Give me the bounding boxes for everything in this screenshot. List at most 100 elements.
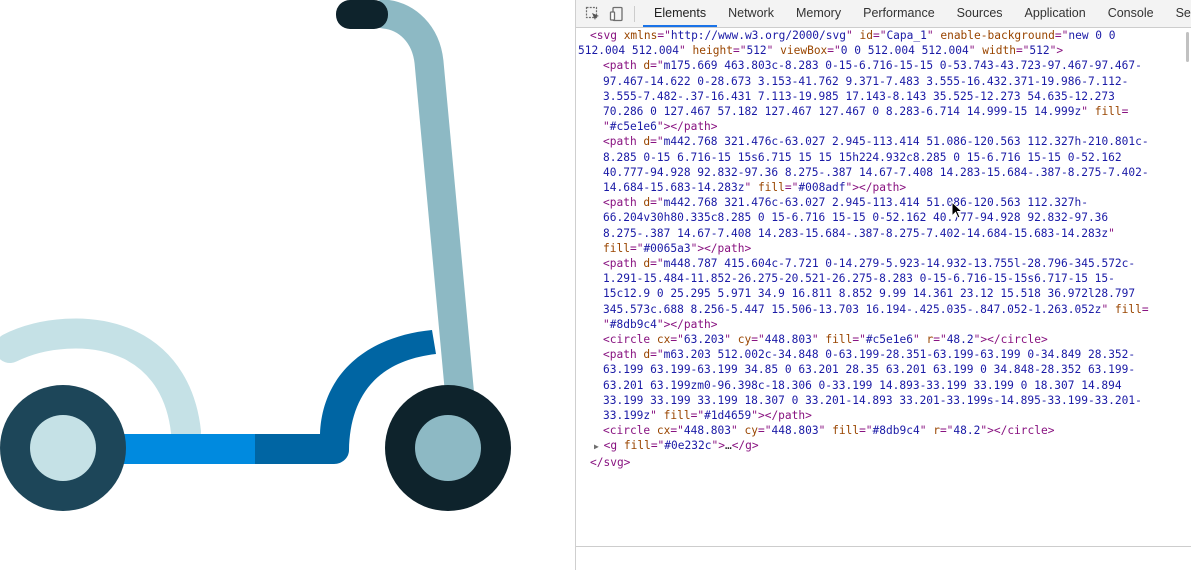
code-token: fill [1094,105,1122,119]
dom-tree-line[interactable]: 512.004 512.004" height="512" viewBox="0… [576,43,1176,58]
code-token: "></path> [656,317,718,331]
dom-tree-line[interactable]: 40.777-94.928 92.832-97.36 8.275-.387 14… [576,165,1176,180]
dom-tree-line[interactable]: <circle cx="63.203" cy="448.803" fill="#… [576,332,1176,347]
code-token: new 0 0 [1068,29,1116,42]
code-token: 512.004 512.004 [578,44,680,58]
code-token: m448.787 415.604c-7.721 0-14.279-5.923-1… [663,257,1136,271]
code-token: 3.555-7.482-.37-16.431 7.113-19.985 17.1… [603,89,1115,103]
dom-tree-line[interactable]: <path d="m442.768 321.476c-63.027 2.945-… [576,195,1176,210]
code-token: =" [751,333,765,347]
code-token: "></circle> [973,333,1048,347]
dom-tree-line[interactable]: <path d="m175.669 463.803c-8.283 0-15-6.… [576,58,1176,73]
code-token: m442.768 321.476c-63.027 2.945-113.414 5… [663,196,1088,210]
code-token: "></path> [656,120,718,134]
dom-tree-line[interactable]: 15c12.9 0 25.295 5.971 34.9 16.811 8.852… [576,286,1176,301]
code-token: m442.768 321.476c-63.027 2.945-113.414 5… [663,135,1149,149]
code-token: cx [656,333,671,347]
code-token: 15c12.9 0 25.295 5.971 34.9 16.811 8.852… [603,287,1136,301]
dom-tree-line[interactable]: 8.275-.387 14.67-7.408 14.283-15.684-.38… [576,226,1176,241]
code-token: =" [670,333,684,347]
tab-elements[interactable]: Elements [643,0,718,27]
dom-tree-line[interactable]: 70.286 0 127.467 57.182 127.467 127.467 … [576,104,1176,119]
dom-tree-line[interactable]: <circle cx="448.803" cy="448.803" fill="… [576,423,1176,438]
code-token: =" [732,44,747,58]
code-token: 63.201 63.199zm0-96.398c-18.306 0-33.199… [603,378,1122,392]
dom-tree-line[interactable]: <path d="m63.203 512.002c-34.848 0-63.19… [576,347,1176,362]
code-token: =" [1054,29,1069,42]
code-token: </g> [731,439,759,453]
elements-dom-tree[interactable]: <svg xmlns="http://www.w3.org/2000/svg" … [576,28,1176,546]
dom-tree-line[interactable]: 345.573c.688 8.256-5.447 15.506-13.703 1… [576,302,1176,317]
tab-memory[interactable]: Memory [785,0,852,27]
dom-tree-line[interactable]: <path d="m448.787 415.604c-7.721 0-14.27… [576,256,1176,271]
toolbar-separator [634,5,635,22]
code-token: height [692,44,733,58]
device-toolbar-icon[interactable] [606,3,628,25]
dom-tree-line[interactable]: 1.291-15.484-11.852-26.275-20.521-26.275… [576,271,1176,286]
code-token: 1.291-15.484-11.852-26.275-20.521-26.275… [603,272,1115,286]
tab-performance[interactable]: Performance [852,0,946,27]
code-token: =" [670,424,684,438]
code-token: 8.285 0-15 6.716-15 15s6.715 15 15 15h22… [603,150,1122,164]
tab-sources[interactable]: Sources [946,0,1014,27]
dom-tree-line[interactable]: "#8db9c4"></path> [576,317,1176,332]
code-token: r [933,424,940,438]
code-token: 0 0 512.004 512.004 [840,44,969,58]
dom-tree-line[interactable]: <path d="m442.768 321.476c-63.027 2.945-… [576,134,1176,149]
tab-console[interactable]: Console [1097,0,1165,27]
code-token: " [845,29,860,42]
expand-arrow-icon[interactable]: ▶ [594,442,604,451]
code-token: "></circle> [980,424,1055,438]
code-token: #c5e1e6 [609,120,657,134]
code-token: " [603,120,610,134]
dom-tree-scrollbar[interactable] [1184,28,1191,546]
handlebar [336,0,388,29]
tab-application[interactable]: Application [1014,0,1097,27]
dom-tree-line[interactable]: fill="#0065a3"></path> [576,241,1176,256]
code-token: " [926,29,941,42]
code-token: = [1141,302,1149,316]
code-token: #8db9c4 [609,317,657,331]
code-token: " [724,333,738,347]
code-token: fill [832,424,860,438]
code-token: =" [852,333,866,347]
code-token: =" [650,257,664,271]
dom-tree-line[interactable]: 97.467-14.622 0-28.673 3.153-41.762 9.37… [576,74,1176,89]
code-token: " [766,44,781,58]
code-token: =" [872,29,887,42]
code-token: =" [657,29,671,42]
code-token: <circle [603,424,657,438]
code-token: </svg> [590,455,631,469]
code-token: 33.199 33.199 33.199 18.307 0 33.201-14.… [603,393,1142,407]
dom-tree-line[interactable]: 33.199z" fill="#1d4659"></path> [576,408,1176,423]
tab-security[interactable]: Se [1165,0,1191,27]
dom-tree-line[interactable]: </svg> [576,455,1176,470]
dom-tree-line[interactable]: 3.555-7.482-.37-16.431 7.113-19.985 17.1… [576,89,1176,104]
code-token: #c5e1e6 [865,333,913,347]
code-token: =" [650,348,664,362]
code-token: 448.803 [771,424,819,438]
dom-tree-line[interactable]: 14.684-15.683-14.283z" fill="#008adf"></… [576,180,1176,195]
dom-tree-line[interactable]: ▶ <g fill="#0e232c">…</g> [576,438,1176,454]
dom-tree-scroll-thumb[interactable] [1186,32,1189,62]
code-token: cy [737,333,752,347]
code-token: " [1101,302,1115,316]
code-token: m175.669 463.803c-8.283 0-15-6.716-15-15… [663,59,1142,73]
devtools-panel: Elements Network Memory Performance Sour… [575,0,1191,571]
inspect-element-icon[interactable] [582,3,604,25]
dom-tree-line[interactable]: 33.199 33.199 33.199 18.307 0 33.201-14.… [576,393,1176,408]
code-token: width [982,44,1016,58]
dom-tree-line[interactable]: 8.285 0-15 6.716-15 15s6.715 15 15 15h22… [576,150,1176,165]
dom-tree-line[interactable]: 63.199 63.199-63.199 34.85 0 63.201 28.3… [576,362,1176,377]
dom-tree-line[interactable]: 66.204v30h80.335c8.285 0 15-6.716 15-15 … [576,210,1176,225]
code-token: =" [650,135,664,149]
code-token: =" [933,333,947,347]
code-token: 63.199 63.199-63.199 34.85 0 63.201 28.3… [603,363,1136,377]
code-token: " [744,181,758,195]
code-token: " [650,409,664,423]
dom-tree-line[interactable]: "#c5e1e6"></path> [576,119,1176,134]
code-token: " [1108,226,1115,240]
tab-network[interactable]: Network [717,0,785,27]
dom-tree-line[interactable]: <svg xmlns="http://www.w3.org/2000/svg" … [576,28,1176,43]
dom-tree-line[interactable]: 63.201 63.199zm0-96.398c-18.306 0-33.199… [576,378,1176,393]
